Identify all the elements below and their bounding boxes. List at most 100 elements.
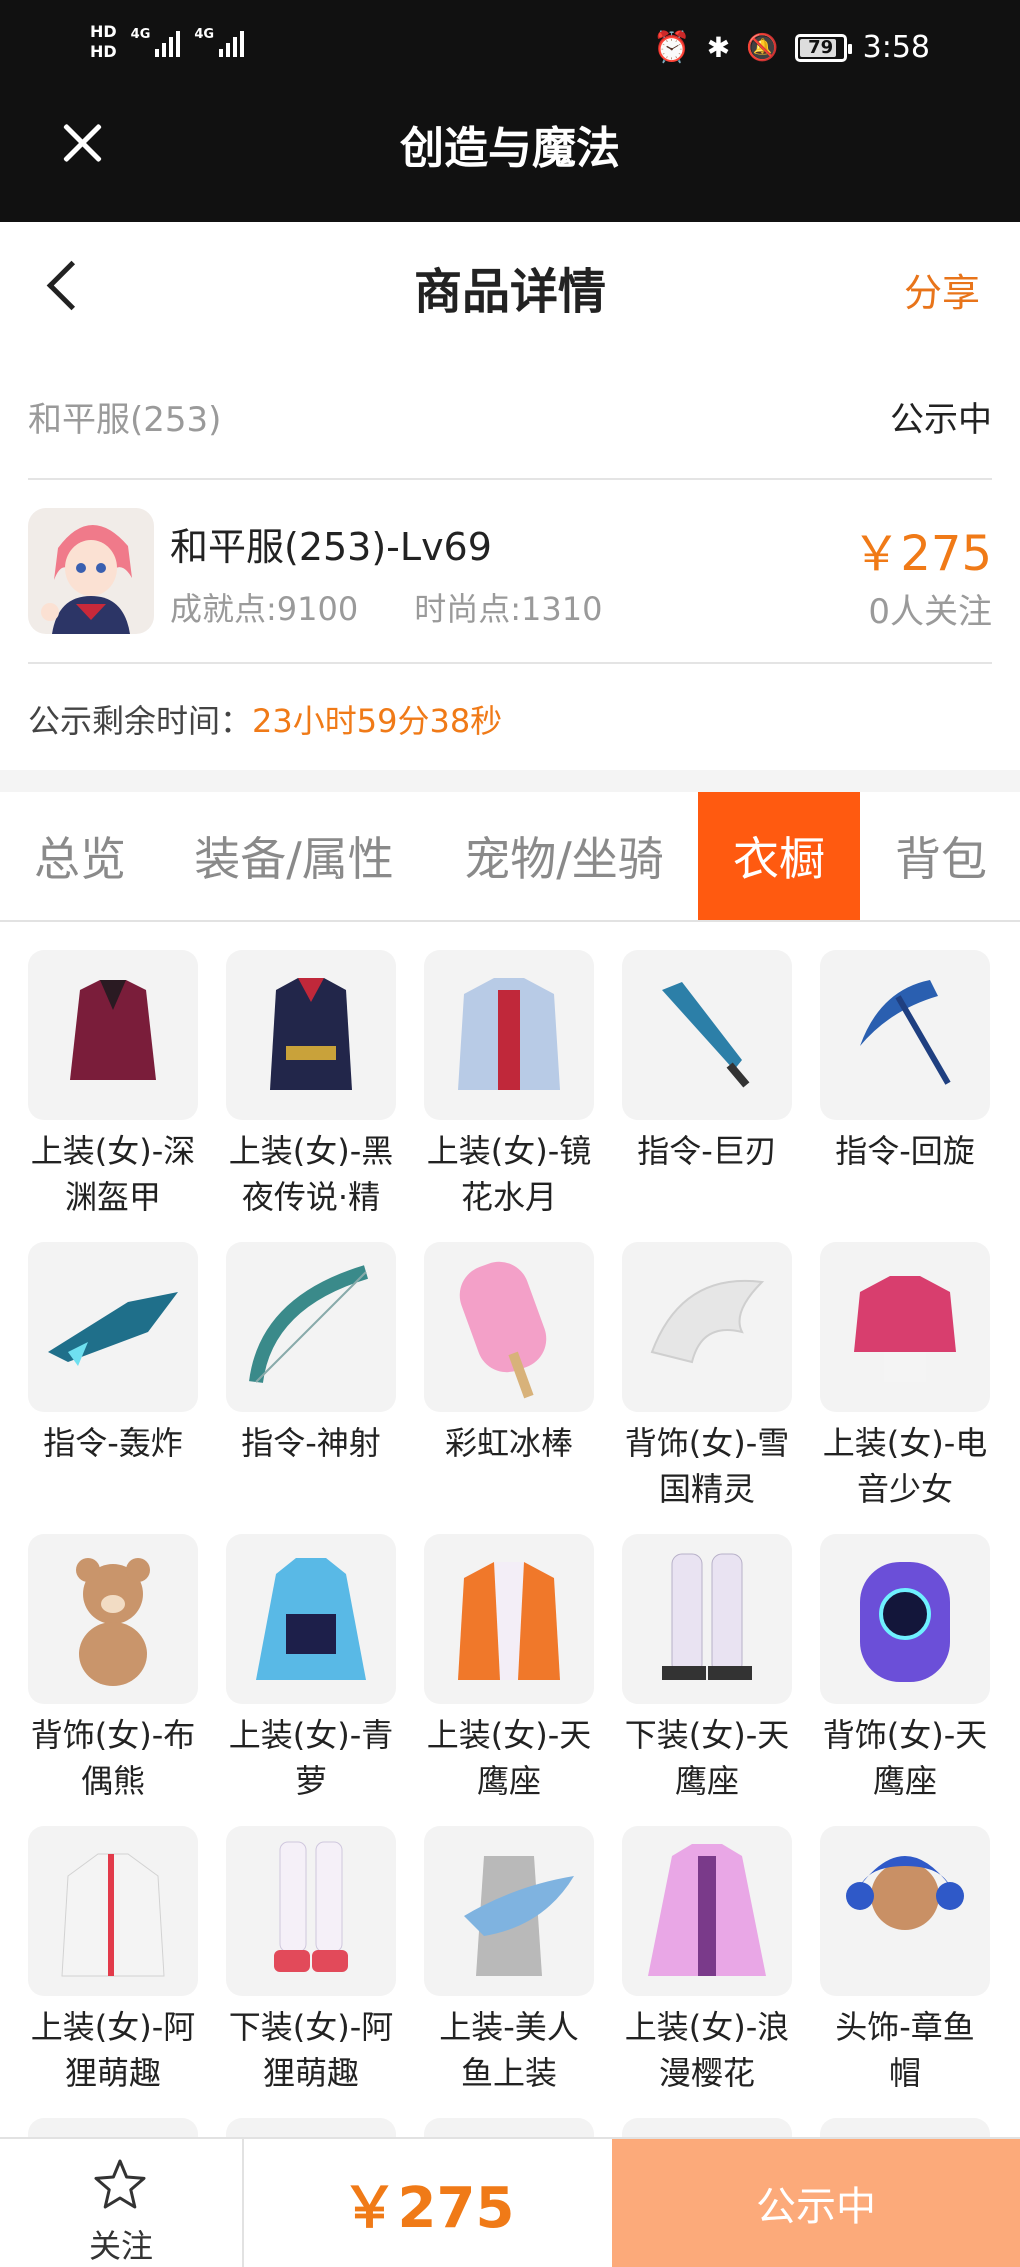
item-label: 上装(女)-深 渊盔甲 <box>18 1128 208 1220</box>
wardrobe-item[interactable]: 上装(女)-浪 漫樱花 <box>622 1826 792 2096</box>
follow-label: 关注 <box>88 2227 153 2265</box>
item-label-line2: 狸萌趣 <box>262 2054 359 2092</box>
wardrobe-item[interactable]: 指令-轰炸 <box>28 1242 198 1466</box>
teddy-bear-icon <box>28 1534 198 1704</box>
tab-pets-mounts[interactable]: 宠物/坐骑 <box>436 792 692 920</box>
status-action-button[interactable]: 公示中 <box>612 2139 1020 2267</box>
wardrobe-item[interactable]: 指令-巨刃 <box>622 950 792 1174</box>
fashion-points: 时尚点:1310 <box>414 590 603 628</box>
achievement-points: 成就点:9100 <box>170 590 359 628</box>
wardrobe-item[interactable]: 上装(女)-黑 夜传说·精 <box>226 950 396 1220</box>
item-label-line1: 下装(女)-阿 <box>228 2008 394 2046</box>
coat-top-icon <box>226 950 396 1120</box>
wardrobe-item[interactable]: 上装(女)-青萝 <box>226 1534 396 1804</box>
battery-icon: 79 <box>794 33 852 62</box>
item-label-line1: 上装(女)-深 <box>30 1132 196 1170</box>
item-label: 上装(女)-电 音少女 <box>810 1420 1000 1512</box>
kimono-top-icon <box>424 950 594 1120</box>
wardrobe-item[interactable]: 上装(女)-镜 花水月 <box>424 950 594 1220</box>
wardrobe-item[interactable]: 彩虹冰棒 <box>424 1242 594 1466</box>
wardrobe-item[interactable]: 上装-美人 鱼上装 <box>424 1826 594 2096</box>
wardrobe-item[interactable]: 背饰(女)-雪 国精灵 <box>622 1242 792 1512</box>
app-title: 创造与魔法 <box>400 123 620 174</box>
tab-equipment[interactable]: 装备/属性 <box>172 792 416 920</box>
wardrobe-item[interactable]: 指令-神射 <box>226 1242 396 1466</box>
section-divider <box>0 770 1020 792</box>
tab-bar: 总览 装备/属性 宠物/坐骑 衣橱 背包 <box>0 792 1020 922</box>
wardrobe-item[interactable]: 上装(女)-阿 狸萌趣 <box>28 1826 198 2096</box>
item-label: 上装(女)-天 鹰座 <box>414 1712 604 1804</box>
item-label-line2: 国精灵 <box>658 1470 755 1508</box>
dress-top-icon <box>226 1534 396 1704</box>
item-label-line1: 头饰-章鱼 <box>835 2008 975 2046</box>
item-label-line1: 指令-巨刃 <box>637 1132 777 1170</box>
tab-backpack[interactable]: 背包 <box>862 792 1020 920</box>
remaining-time: 公示剩余时间：23小时59分38秒 <box>28 696 502 742</box>
alarm-icon: ⏰ <box>653 30 691 65</box>
scythe-icon <box>820 950 990 1120</box>
item-label-line2: 渊盔甲 <box>64 1178 161 1216</box>
item-label-line1: 指令-神射 <box>241 1424 381 1462</box>
signal2-icon: 4G <box>194 27 245 57</box>
item-label-line1: 下装(女)-天 <box>624 1716 790 1754</box>
signal1-label: 4G <box>130 27 151 42</box>
wardrobe-item[interactable]: 上装(女)-深 渊盔甲 <box>28 950 198 1220</box>
item-label: 指令-神射 <box>216 1420 406 1466</box>
share-button[interactable]: 分享 <box>904 262 980 317</box>
item-label-line1: 上装(女)-青 <box>228 1716 394 1754</box>
wardrobe-item[interactable]: 下装(女)-天 鹰座 <box>622 1534 792 1804</box>
signal1-icon: 4G <box>131 27 181 57</box>
item-label: 上装(女)-黑 夜传说·精 <box>216 1128 406 1220</box>
item-label-line1: 上装(女)-浪 <box>624 2008 790 2046</box>
wings-icon <box>622 1242 792 1412</box>
boots-icon <box>622 1534 792 1704</box>
bow-icon <box>226 1242 396 1412</box>
item-label-line1: 上装(女)-阿 <box>30 2008 196 2046</box>
item-label-line2: 帽 <box>888 2054 921 2092</box>
wardrobe-item[interactable]: 背饰(女)-布 偶熊 <box>28 1534 198 1804</box>
star-icon <box>94 2159 146 2209</box>
server-row: 和平服(253) 公示中 <box>28 360 992 480</box>
item-label: 上装(女)-阿 狸萌趣 <box>18 2004 208 2096</box>
item-label-line2: 偶熊 <box>80 1762 145 1800</box>
popsicle-icon <box>424 1242 594 1412</box>
item-label-line1: 背饰(女)-布 <box>30 1716 196 1754</box>
item-label: 背饰(女)-天 鹰座 <box>810 1712 1000 1804</box>
wardrobe-item[interactable]: 头饰-章鱼帽 <box>820 1826 990 2096</box>
item-label-line2: 鱼上装 <box>460 2054 557 2092</box>
bluetooth-icon: ✱ <box>706 31 731 64</box>
character-avatar <box>28 508 154 634</box>
tab-wardrobe[interactable]: 衣橱 <box>698 792 860 920</box>
page-header: 商品详情 分享 <box>0 222 1020 352</box>
wardrobe-item[interactable]: 背饰(女)-天 鹰座 <box>820 1534 990 1804</box>
signal2-label: 4G <box>194 27 215 42</box>
battery-level: 79 <box>808 37 834 58</box>
item-label-line2: 鹰座 <box>674 1762 739 1800</box>
hd-indicator: HD HD <box>90 22 117 62</box>
product-price: ￥275 <box>852 526 992 582</box>
page-title: 商品详情 <box>413 264 606 320</box>
remaining-value: 23小时59分38秒 <box>252 702 503 740</box>
wardrobe-item[interactable]: 上装(女)-天 鹰座 <box>424 1534 594 1804</box>
total-price: ￥275 <box>341 2175 515 2241</box>
item-label: 上装(女)-镜 花水月 <box>414 1128 604 1220</box>
item-label-line2: 狸萌趣 <box>64 2054 161 2092</box>
item-label: 背饰(女)-布 偶熊 <box>18 1712 208 1804</box>
item-label-line2: 音少女 <box>856 1470 953 1508</box>
wardrobe-item[interactable]: 下装(女)-阿 狸萌趣 <box>226 1826 396 2096</box>
product-name: 和平服(253)-Lv69 <box>170 525 492 569</box>
follow-button[interactable]: 关注 <box>0 2139 244 2267</box>
item-label-line1: 上装(女)-黑 <box>228 1132 394 1170</box>
wardrobe-item[interactable]: 指令-回旋 <box>820 950 990 1174</box>
item-label-line2: 花水月 <box>460 1178 557 1216</box>
item-label-line1: 背饰(女)-雪 <box>624 1424 790 1462</box>
status-right: ⏰ ✱ 🔕 79 3:58 <box>653 30 930 65</box>
item-label-line1: 上装(女)-镜 <box>426 1132 592 1170</box>
server-status: 公示中 <box>890 400 992 440</box>
tab-overview[interactable]: 总览 <box>0 792 160 920</box>
item-label-line2: 萝 <box>294 1762 327 1800</box>
wardrobe-item[interactable]: 上装(女)-电 音少女 <box>820 1242 990 1512</box>
item-label-line1: 指令-回旋 <box>835 1132 975 1170</box>
suit-top-icon <box>424 1534 594 1704</box>
item-label: 彩虹冰棒 <box>414 1420 604 1466</box>
